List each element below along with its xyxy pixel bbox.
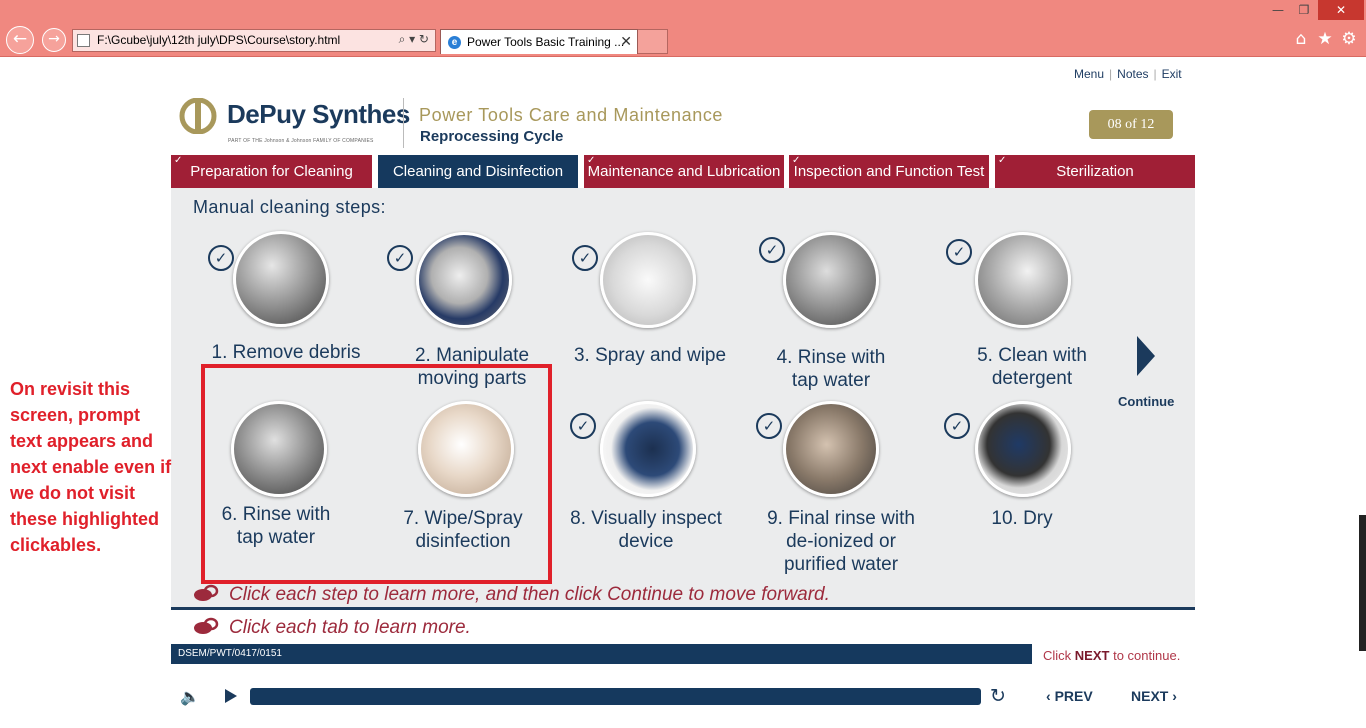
prev-label: PREV <box>1054 688 1093 704</box>
menu-link[interactable]: Menu <box>1074 67 1104 81</box>
tab-check-icon: ✓ <box>174 155 183 166</box>
home-icon[interactable]: ⌂ <box>1291 29 1311 49</box>
header-divider <box>403 98 404 148</box>
back-icon[interactable]: ← <box>6 26 34 54</box>
page-icon <box>77 34 90 47</box>
search-refresh-icon[interactable]: ⌕ ▾ ↻ <box>399 32 429 47</box>
next-label: NEXT <box>1131 688 1169 704</box>
course-subtitle: Reprocessing Cycle <box>420 128 564 145</box>
tab-preparation-for-cleaning[interactable]: ✓ Preparation for Cleaning <box>171 155 372 188</box>
close-window-button[interactable]: ✕ <box>1318 0 1364 20</box>
audio-icon[interactable]: 🔈 <box>180 687 200 706</box>
step-photo <box>600 401 696 497</box>
check-icon: ✓ <box>208 245 234 271</box>
depuy-logo-icon <box>179 98 217 134</box>
step-photo <box>233 231 329 327</box>
brand-name: DePuy Synthes <box>227 99 410 129</box>
gear-icon[interactable]: ⚙ <box>1339 29 1359 49</box>
minimize-button[interactable]: — <box>1266 0 1290 20</box>
star-icon[interactable]: ★ <box>1315 29 1335 49</box>
tab-label: Cleaning and Disinfection <box>392 163 564 180</box>
prompt-tabs-text: Click each tab to learn more. <box>229 617 471 638</box>
address-bar[interactable]: F:\Gcube\july\12th july\DPS\Course\story… <box>72 29 436 52</box>
play-icon[interactable] <box>225 689 237 703</box>
tab-maintenance-and-lubrication[interactable]: ✓ Maintenance and Lubrication <box>584 155 784 188</box>
step-photo <box>416 232 512 328</box>
step-photo <box>600 232 696 328</box>
step-label: 9. Final rinse with de-ionized or purifi… <box>767 508 915 575</box>
tab-title: Power Tools Basic Training ... <box>467 35 625 49</box>
course-code-bar: DSEM/PWT/0417/0151 <box>171 644 1032 664</box>
brand-subtitle: PART OF THE Johnson & Johnson FAMILY OF … <box>228 138 374 144</box>
tab-label: Sterilization <box>1056 163 1134 180</box>
notes-link[interactable]: Notes <box>1117 67 1148 81</box>
address-text[interactable]: F:\Gcube\july\12th july\DPS\Course\story… <box>97 33 340 47</box>
tab-cleaning-and-disinfection[interactable]: Cleaning and Disinfection <box>378 155 578 188</box>
maximize-button[interactable]: ❐ <box>1292 0 1316 20</box>
chevron-right-icon: › <box>1168 688 1177 704</box>
step-label: 3. Spray and wipe <box>573 345 727 366</box>
replay-icon[interactable]: ↻ <box>990 685 1006 707</box>
prompt-steps-text: Click each step to learn more, and then … <box>229 584 830 605</box>
course-code: DSEM/PWT/0417/0151 <box>178 648 282 659</box>
check-icon: ✓ <box>570 413 596 439</box>
tab-close-icon[interactable]: ✕ <box>620 33 632 50</box>
revisit-annotation: On revisit this screen, prompt text appe… <box>10 379 172 555</box>
tab-check-icon: ✓ <box>998 155 1007 166</box>
ie-icon: e <box>448 36 461 49</box>
tab-label: Maintenance and Lubrication <box>587 163 781 180</box>
next-button[interactable]: NEXT › <box>1131 688 1177 704</box>
tab-label: Preparation for Cleaning <box>190 163 353 180</box>
new-tab-button[interactable] <box>638 29 668 54</box>
chevron-left-icon: ‹ <box>1046 688 1055 704</box>
browser-tab[interactable]: e Power Tools Basic Training ... ✕ <box>440 29 638 54</box>
prompt-steps: Click each step to learn more, and then … <box>193 583 830 606</box>
continue-arrow-icon[interactable] <box>1137 336 1155 376</box>
check-icon: ✓ <box>756 413 782 439</box>
forward-icon[interactable]: → <box>42 28 66 52</box>
check-icon: ✓ <box>387 245 413 271</box>
check-icon: ✓ <box>572 245 598 271</box>
click-next-hint: Click NEXT to continue. <box>1043 648 1180 663</box>
prev-button[interactable]: ‹ PREV <box>1046 688 1093 704</box>
steps-heading: Manual cleaning steps: <box>193 197 386 217</box>
mouse-click-icon <box>194 584 219 601</box>
tab-check-icon: ✓ <box>792 155 801 166</box>
tab-inspection-and-function-test[interactable]: ✓ Inspection and Function Test <box>789 155 989 188</box>
page-counter: 08 of 12 <box>1089 110 1173 139</box>
panel-divider <box>171 607 1195 610</box>
step-photo <box>975 232 1071 328</box>
step-photo <box>783 401 879 497</box>
hint-next: NEXT <box>1074 648 1110 663</box>
progress-bar[interactable] <box>250 688 981 705</box>
tab-sterilization[interactable]: ✓ Sterilization <box>995 155 1195 188</box>
tab-label: Inspection and Function Test <box>793 163 985 180</box>
hint-suffix: to continue. <box>1113 648 1181 663</box>
highlight-box <box>201 364 552 584</box>
step-label: 10. Dry <box>991 508 1053 529</box>
browser-chrome: ← → F:\Gcube\july\12th july\DPS\Course\s… <box>0 0 1366 57</box>
continue-button[interactable]: Continue <box>1118 394 1174 409</box>
step-label: 1. Remove debris <box>211 342 361 363</box>
step-label: 5. Clean with detergent <box>977 345 1087 389</box>
step-photo <box>783 232 879 328</box>
step-label: 8. Visually inspect device <box>570 508 722 552</box>
step-label: 4. Rinse with tap water <box>776 347 886 391</box>
tab-check-icon: ✓ <box>587 155 596 166</box>
step-photo <box>975 401 1071 497</box>
check-icon: ✓ <box>946 239 972 265</box>
course-title: Power Tools Care and Maintenance <box>419 105 724 125</box>
prompt-tabs: Click each tab to learn more. <box>193 616 471 639</box>
exit-link[interactable]: Exit <box>1162 67 1182 81</box>
top-links: Menu | Notes | Exit <box>1074 67 1182 81</box>
mouse-click-icon <box>194 617 219 634</box>
check-icon: ✓ <box>759 237 785 263</box>
scrollbar-thumb[interactable] <box>1359 515 1366 651</box>
hint-prefix: Click <box>1043 648 1072 663</box>
check-icon: ✓ <box>944 413 970 439</box>
